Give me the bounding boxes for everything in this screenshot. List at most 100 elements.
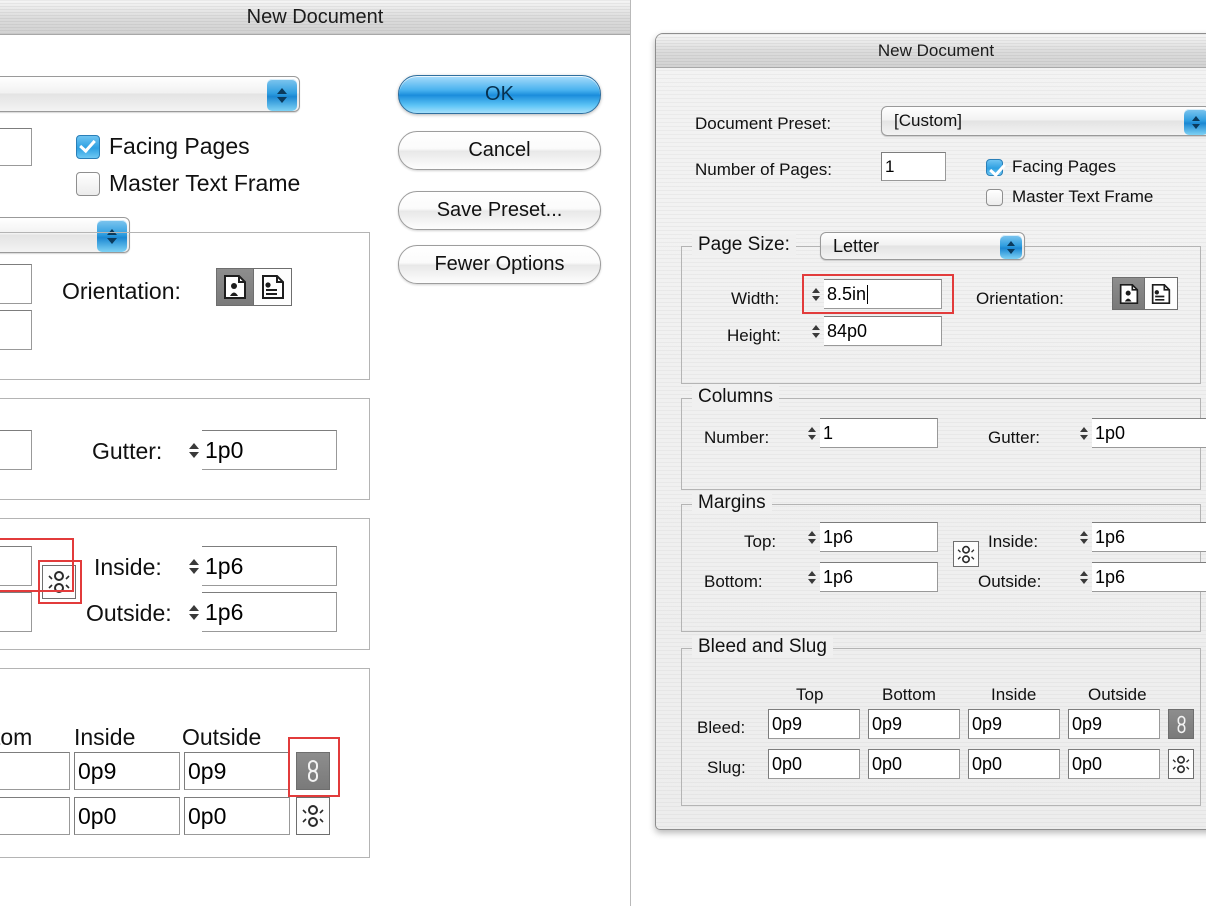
gutter-input[interactable]: 1p0 — [202, 430, 337, 470]
stepper-icon[interactable] — [1076, 562, 1092, 592]
page-width-input[interactable]: 8.5in — [824, 279, 942, 309]
cancel-button[interactable]: Cancel — [398, 131, 601, 170]
bleed-link-icon[interactable] — [296, 752, 330, 790]
bleed-bottom-input[interactable] — [0, 752, 70, 790]
margins-broken-link-icon[interactable] — [953, 541, 979, 567]
stepper-icon[interactable] — [186, 430, 202, 470]
number-of-pages-input[interactable]: 1 — [881, 152, 946, 181]
page-width-input[interactable] — [0, 264, 32, 304]
fewer-options-button[interactable]: Fewer Options — [398, 245, 601, 284]
number-of-pages-input[interactable] — [0, 128, 32, 166]
orientation-segmented-control[interactable] — [216, 268, 292, 306]
facing-pages-checkbox[interactable] — [76, 134, 100, 159]
slug-inside-input[interactable]: 0p0 — [968, 749, 1060, 779]
margin-inside-spinfield[interactable]: 1p6 — [186, 546, 337, 586]
margins-broken-link-icon[interactable] — [42, 565, 76, 599]
bleed-and-slug-group-label: Bleed and Slug — [692, 636, 833, 658]
margin-bottom-spinfield[interactable]: 1p6 — [804, 562, 938, 592]
slug-outside-input[interactable]: 0p0 — [1068, 749, 1160, 779]
bleed-link-icon[interactable] — [1168, 709, 1194, 739]
slug-broken-link-icon[interactable] — [296, 797, 330, 835]
stepper-icon[interactable] — [1076, 418, 1092, 448]
stepper-icon[interactable] — [804, 562, 820, 592]
stepper-icon[interactable] — [186, 592, 202, 632]
margin-outside-input[interactable]: 1p6 — [202, 592, 337, 632]
columns-group-label: Columns — [692, 386, 779, 408]
margin-outside-spinfield[interactable]: 1p6 — [186, 592, 337, 632]
margin-inside-input[interactable]: 1p6 — [1092, 522, 1206, 552]
bleed-col-inside-header: Inside — [991, 685, 1037, 704]
margin-inside-label: Inside: — [94, 554, 162, 580]
stepper-icon[interactable] — [186, 546, 202, 586]
facing-pages-checkbox-row[interactable]: Facing Pages — [76, 133, 250, 160]
ok-button[interactable]: OK — [398, 75, 601, 114]
master-text-frame-checkbox-row[interactable]: Master Text Frame — [76, 170, 300, 197]
stepper-icon[interactable] — [808, 316, 824, 346]
bleed-inside-input[interactable]: 0p9 — [968, 709, 1060, 739]
page-height-input[interactable] — [0, 310, 32, 350]
slug-inside-input[interactable]: 0p0 — [74, 797, 180, 835]
landscape-page-icon[interactable] — [1145, 277, 1178, 310]
columns-gutter-input[interactable]: 1p0 — [1092, 418, 1206, 448]
page-width-spinfield[interactable]: 8.5in — [808, 279, 942, 309]
facing-pages-checkbox-row[interactable]: Facing Pages — [986, 157, 1116, 177]
facing-pages-checkbox[interactable] — [986, 158, 1003, 176]
columns-number-spinfield[interactable]: 1 — [804, 418, 938, 448]
save-preset-button[interactable]: Save Preset... — [398, 191, 601, 230]
bleed-outside-input[interactable]: 0p9 — [184, 752, 290, 790]
stepper-icon[interactable] — [808, 279, 824, 309]
page-size-value: Letter — [833, 235, 880, 256]
margin-bottom-input[interactable] — [0, 592, 32, 632]
margin-outside-input[interactable]: 1p6 — [1092, 562, 1206, 592]
master-text-frame-checkbox-row[interactable]: Master Text Frame — [986, 187, 1153, 207]
facing-pages-label: Facing Pages — [1012, 157, 1116, 176]
columns-gutter-spinfield[interactable]: 1p0 — [1076, 418, 1206, 448]
margin-inside-spinfield[interactable]: 1p6 — [1076, 522, 1206, 552]
stepper-icon[interactable] — [804, 522, 820, 552]
margin-bottom-label: Bottom: — [704, 572, 763, 591]
landscape-page-icon[interactable] — [254, 268, 292, 306]
margin-inside-input[interactable]: 1p6 — [202, 546, 337, 586]
margin-top-input[interactable]: 1p6 — [820, 522, 938, 552]
slug-bottom-input[interactable] — [0, 797, 70, 835]
chevron-updown-icon — [267, 79, 297, 111]
margin-top-spinfield[interactable]: 1p6 — [804, 522, 938, 552]
margin-bottom-input[interactable]: 1p6 — [820, 562, 938, 592]
bleed-bottom-input[interactable]: 0p9 — [868, 709, 960, 739]
slug-top-input[interactable]: 0p0 — [768, 749, 860, 779]
master-text-frame-checkbox[interactable] — [76, 171, 100, 196]
stepper-icon[interactable] — [804, 418, 820, 448]
portrait-page-icon[interactable] — [216, 268, 254, 306]
bleed-col-top-header: Top — [796, 685, 824, 704]
columns-number-input[interactable] — [0, 430, 32, 470]
columns-number-label: Number: — [704, 428, 770, 447]
slug-broken-link-icon[interactable] — [1168, 749, 1194, 779]
margin-top-input[interactable] — [0, 546, 32, 586]
bleed-outside-input[interactable]: 0p9 — [1068, 709, 1160, 739]
document-preset-label: Document Preset: — [695, 114, 832, 133]
portrait-page-icon[interactable] — [1112, 277, 1145, 310]
page-size-popup[interactable]: Letter — [820, 232, 1025, 260]
columns-number-input[interactable]: 1 — [820, 418, 938, 448]
orientation-segmented-control[interactable] — [1112, 277, 1178, 310]
gutter-spinfield[interactable]: 1p0 — [186, 430, 337, 470]
save-preset-button-label: Save Preset... — [436, 199, 563, 221]
bleed-row-label: Bleed: — [697, 718, 746, 737]
bleed-col-inside-header: Inside — [74, 724, 136, 750]
bleed-inside-input[interactable]: 0p9 — [74, 752, 180, 790]
page-height-input[interactable]: 84p0 — [824, 316, 942, 346]
master-text-frame-label: Master Text Frame — [109, 170, 301, 196]
bleed-top-input[interactable]: 0p9 — [768, 709, 860, 739]
chevron-updown-icon — [1184, 109, 1206, 135]
margin-outside-label: Outside: — [86, 600, 172, 626]
slug-outside-input[interactable]: 0p0 — [184, 797, 290, 835]
fewer-options-button-label: Fewer Options — [434, 253, 565, 275]
stepper-icon[interactable] — [1076, 522, 1092, 552]
slug-bottom-input[interactable]: 0p0 — [868, 749, 960, 779]
master-text-frame-checkbox[interactable] — [986, 188, 1003, 206]
document-preset-popup[interactable]: [Custom] — [0, 76, 300, 112]
margin-outside-spinfield[interactable]: 1p6 — [1076, 562, 1206, 592]
cancel-button-label: Cancel — [468, 139, 531, 161]
page-height-spinfield[interactable]: 84p0 — [808, 316, 942, 346]
document-preset-popup[interactable]: [Custom] — [881, 106, 1206, 136]
